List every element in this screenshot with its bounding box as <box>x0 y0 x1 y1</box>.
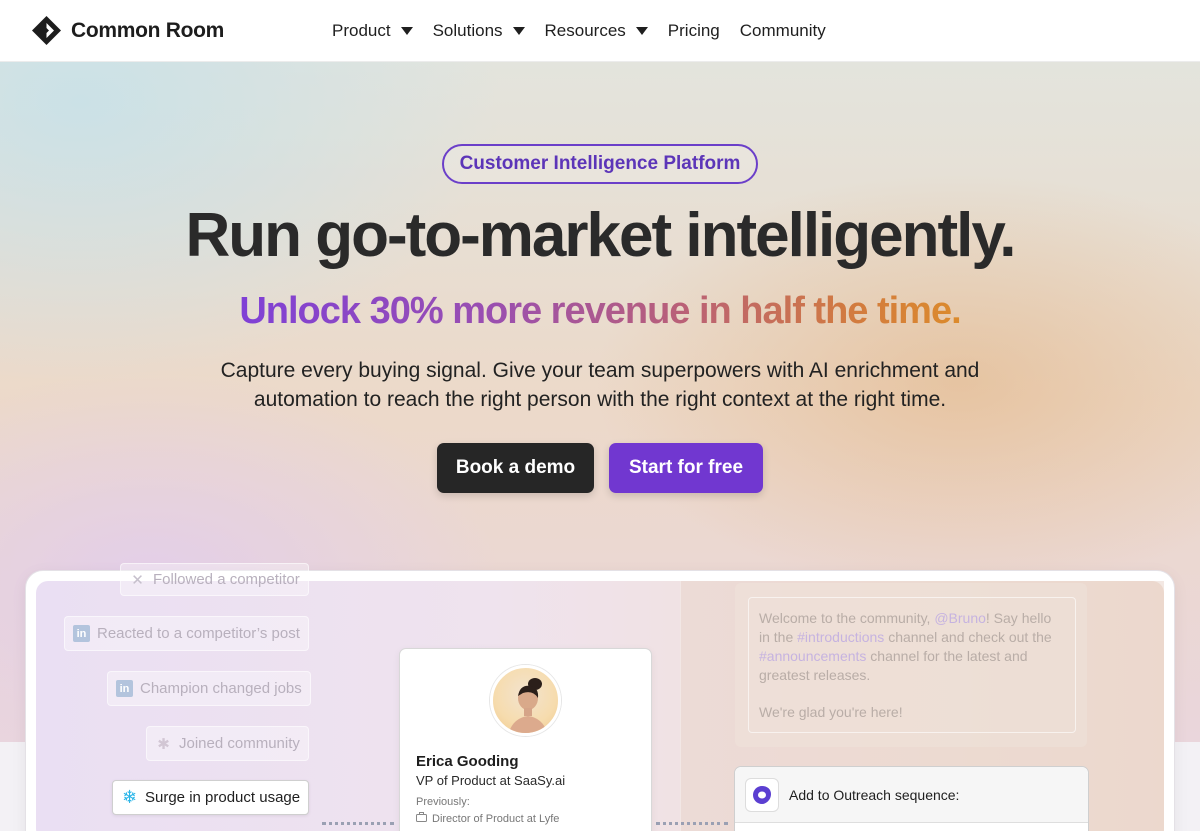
platform-badge: Customer Intelligence Platform <box>442 144 758 184</box>
signal-label: Surge in product usage <box>145 789 301 806</box>
brand-name: Common Room <box>71 18 225 42</box>
book-demo-button[interactable]: Book a demo <box>437 443 594 493</box>
logo[interactable]: Common Room <box>32 16 224 45</box>
message-part: Welcome to the community, <box>759 610 935 626</box>
signal-label: Champion changed jobs <box>140 680 302 697</box>
menu-item-label: Product <box>332 21 391 40</box>
outreach-header: Add to Outreach sequence: <box>735 767 1088 823</box>
subheadline-text: Unlock 30% more revenue in half the time… <box>239 290 961 332</box>
menu-item-label: Resources <box>544 21 626 40</box>
contact-name: Erica Gooding <box>416 753 519 770</box>
linkedin-icon: in <box>116 680 133 697</box>
contact-avatar <box>490 665 561 736</box>
hero-headline: Run go-to-market intelligently. <box>185 201 1017 270</box>
contact-title: VP of Product at SaaSy.ai <box>416 773 566 788</box>
caret-down-icon <box>512 27 525 35</box>
main-menu: Product Solutions Resources Pricing Comm… <box>332 0 846 62</box>
outreach-icon <box>745 777 779 812</box>
signal-champion-changed-jobs: in Champion changed jobs <box>107 671 311 706</box>
menu-item-label: Solutions <box>432 21 503 40</box>
previous-role: Director of Product at Lyfe <box>416 812 559 825</box>
menu-item-community[interactable]: Community <box>740 21 826 41</box>
contact-profile-card[interactable]: Erica Gooding VP of Product at SaaSy.ai … <box>399 648 652 831</box>
mention-channel: #announcements <box>759 648 867 664</box>
signal-label: Followed a competitor <box>153 571 300 588</box>
previous-role-text: Director of Product at Lyfe <box>432 812 560 825</box>
linkedin-icon: in <box>73 625 90 642</box>
briefcase-icon <box>416 812 427 825</box>
description-line-1: Capture every buying signal. Give your t… <box>220 359 980 382</box>
menu-item-label: Pricing <box>667 21 720 40</box>
signal-label: Reacted to a competitor’s post <box>97 625 300 642</box>
snowflake-icon: ❄ <box>121 787 138 807</box>
common-room-logo-icon <box>32 16 61 45</box>
mention-user: @Bruno <box>934 610 986 626</box>
x-icon: ✕ <box>131 571 144 589</box>
connector-dots-right <box>656 822 728 825</box>
message-closing: We're glad you're here! <box>759 704 903 720</box>
previously-label: Previously: <box>416 796 470 808</box>
description-line-2: automation to reach the right person wit… <box>253 388 947 411</box>
outreach-label: Add to Outreach sequence: <box>789 786 960 803</box>
signal-reacted-post: in Reacted to a competitor’s post <box>64 616 309 651</box>
mention-channel: #introductions <box>797 629 885 645</box>
signal-followed-competitor: ✕ Followed a competitor <box>120 563 309 596</box>
hero-description: Capture every buying signal. Give your t… <box>150 356 1050 414</box>
welcome-message: Welcome to the community, @Bruno! Say he… <box>759 609 1065 685</box>
connector-dots-left <box>322 822 394 825</box>
caret-down-icon <box>635 27 648 35</box>
top-nav: Common Room Product Solutions Resources … <box>0 0 1200 62</box>
menu-item-pricing[interactable]: Pricing <box>668 21 720 41</box>
signal-label: Joined community <box>179 735 300 752</box>
menu-item-product[interactable]: Product <box>332 21 413 41</box>
outreach-sequence-card[interactable]: Add to Outreach sequence: <box>734 766 1089 831</box>
signal-product-usage-surge: ❄ Surge in product usage <box>112 780 310 815</box>
start-free-button[interactable]: Start for free <box>609 443 763 493</box>
caret-down-icon <box>400 27 413 35</box>
message-part: channel and check out the <box>884 629 1052 645</box>
menu-item-solutions[interactable]: Solutions <box>433 21 525 41</box>
signal-joined-community: ✱ Joined community <box>146 726 309 761</box>
menu-item-label: Community <box>739 21 826 40</box>
menu-item-resources[interactable]: Resources <box>545 21 648 41</box>
hero-subheadline: Unlock 30% more revenue in half the time… <box>0 290 1200 333</box>
slack-icon: ✱ <box>157 735 170 753</box>
